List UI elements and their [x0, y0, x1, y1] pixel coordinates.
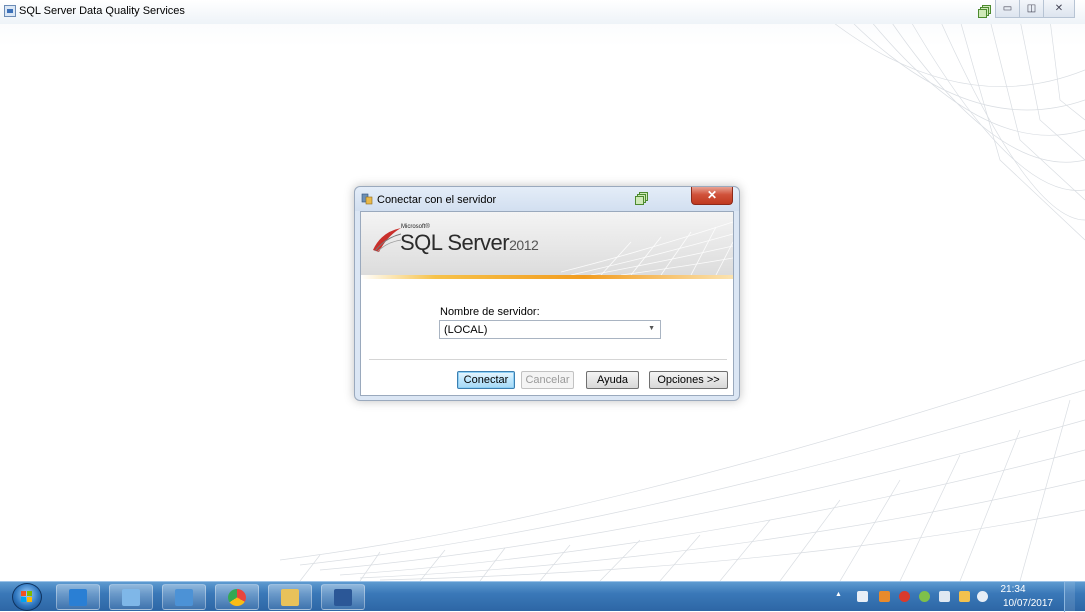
maximize-button[interactable]: ◫	[1019, 0, 1044, 18]
app-titlebar: SQL Server Data Quality Services ▭ ◫ ✕	[0, 0, 1085, 24]
taskbar: ▲ 21:34 10/07/2017	[0, 581, 1085, 612]
taskbar-pinned-image-viewer[interactable]	[162, 584, 206, 610]
taskbar-pinned-network[interactable]	[109, 584, 153, 610]
action-center-flag-icon[interactable]	[857, 591, 868, 602]
help-button[interactable]: Ayuda	[586, 371, 639, 389]
network-status-icon[interactable]	[939, 591, 950, 602]
start-button[interactable]	[12, 583, 42, 611]
server-connect-icon	[361, 193, 373, 205]
dialog-body: Microsoft® SQL Server2012 Nombre de serv…	[360, 211, 734, 396]
cascade-windows-icon[interactable]	[978, 5, 992, 19]
banner-accent-stripe	[361, 275, 733, 279]
windows-logo-icon	[21, 591, 33, 603]
network-icon	[122, 589, 140, 606]
app-icon	[4, 5, 16, 17]
close-button[interactable]: ✕	[1043, 0, 1075, 18]
sync-icon[interactable]	[919, 591, 930, 602]
product-title: SQL Server	[400, 230, 510, 255]
clock-date[interactable]: 10/07/2017	[983, 598, 1053, 609]
window-controls: ▭ ◫ ✕	[995, 0, 1075, 18]
system-tray: ▲ 21:34 10/07/2017	[835, 582, 1075, 612]
chevron-down-icon[interactable]: ▼	[648, 325, 655, 332]
app-window: SQL Server Data Quality Services ▭ ◫ ✕ C…	[0, 0, 1085, 581]
dialog-close-button[interactable]: ✕	[691, 187, 733, 205]
taskbar-pinned-chrome[interactable]	[215, 584, 259, 610]
clock-time[interactable]: 21:34	[983, 584, 1043, 595]
taskbar-pinned-internet-explorer[interactable]	[56, 584, 100, 610]
show-desktop-button[interactable]	[1064, 582, 1075, 612]
server-name-label: Nombre de servidor:	[440, 306, 540, 318]
word-icon	[334, 589, 352, 606]
connect-button[interactable]: Conectar	[457, 371, 515, 389]
product-name: SQL Server2012	[400, 230, 539, 256]
minimize-button[interactable]: ▭	[995, 0, 1020, 18]
wifi-signal-icon[interactable]	[959, 591, 970, 602]
taskbar-pinned-file-explorer[interactable]	[268, 584, 312, 610]
gmail-notifier-icon[interactable]	[899, 591, 910, 602]
show-hidden-icons-button[interactable]: ▲	[835, 591, 842, 598]
server-name-value: (LOCAL)	[444, 324, 488, 336]
bluetooth-tools-icon[interactable]	[879, 591, 890, 602]
cancel-button[interactable]: Cancelar	[521, 371, 574, 389]
taskbar-pinned-word[interactable]	[321, 584, 365, 610]
connect-dialog: Conectar con el servidor ✕ Microsoft® SQ…	[354, 186, 740, 401]
file-explorer-icon	[281, 589, 299, 606]
options-button[interactable]: Opciones >>	[649, 371, 728, 389]
image-viewer-icon	[175, 589, 193, 606]
banner-mesh-decoration	[561, 221, 733, 275]
chrome-icon	[228, 589, 246, 606]
sql-server-logo-icon	[373, 228, 402, 253]
dialog-title: Conectar con el servidor	[377, 194, 497, 206]
server-name-combobox[interactable]: (LOCAL) ▼	[439, 320, 661, 339]
dialog-divider	[369, 359, 727, 360]
cascade-windows-icon[interactable]	[635, 192, 649, 206]
dialog-titlebar: Conectar con el servidor ✕	[355, 187, 739, 211]
product-version: 2012	[509, 237, 539, 253]
app-title: SQL Server Data Quality Services	[19, 5, 185, 17]
sql-server-banner: Microsoft® SQL Server2012	[361, 212, 733, 275]
internet-explorer-icon	[69, 589, 87, 606]
